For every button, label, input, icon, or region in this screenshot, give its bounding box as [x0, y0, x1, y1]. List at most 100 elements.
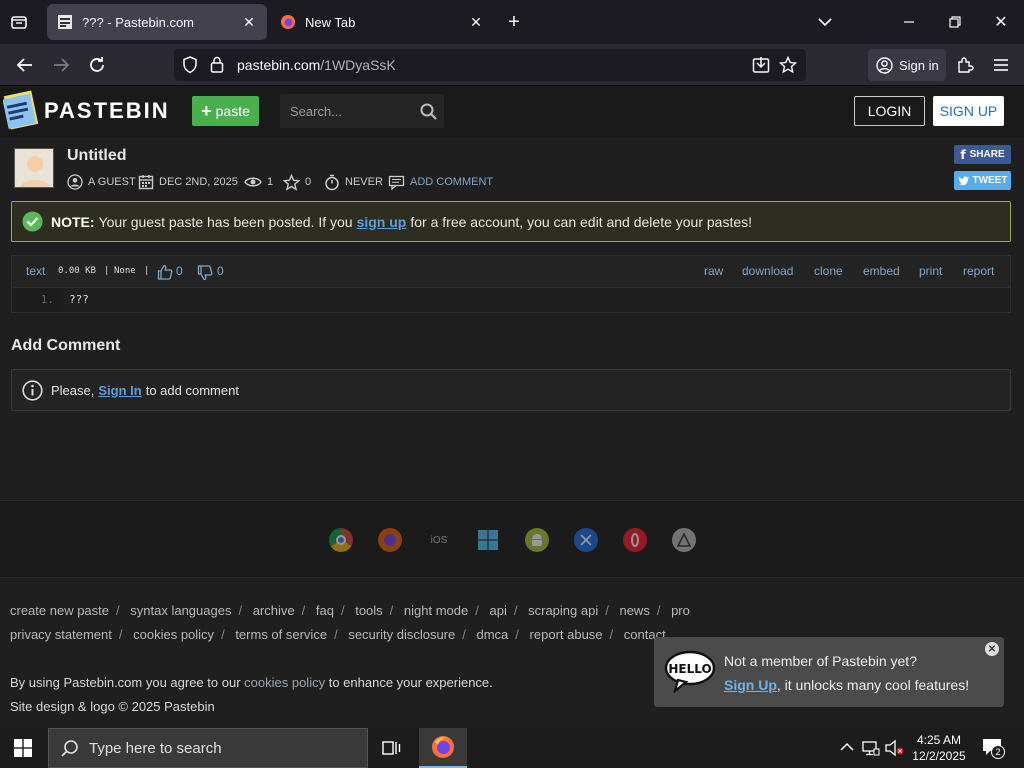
windows-icon[interactable]	[476, 528, 500, 552]
android-icon[interactable]	[525, 528, 549, 552]
tab-pastebin[interactable]: ??? - Pastebin.com ✕	[47, 4, 267, 40]
raw-link[interactable]: raw	[704, 264, 723, 278]
footer-link[interactable]: dmca	[477, 627, 509, 642]
clone-link[interactable]: clone	[814, 264, 843, 278]
opera-icon[interactable]	[623, 528, 647, 552]
forward-arrow-icon[interactable]	[50, 54, 72, 76]
shield-icon[interactable]	[182, 56, 198, 74]
close-window-icon[interactable]: ✕	[990, 12, 1012, 32]
notification-center-icon[interactable]: 2	[982, 738, 1008, 760]
lock-icon[interactable]	[210, 56, 224, 73]
pastebin-logo-icon[interactable]	[3, 90, 39, 130]
search-icon[interactable]	[420, 103, 437, 120]
paste-title: Untitled	[67, 147, 127, 164]
clock-date: 12/2/2025	[912, 749, 966, 763]
footer-link[interactable]: create new paste	[10, 603, 109, 618]
twitter-tweet-button[interactable]: TWEET	[954, 171, 1011, 190]
tab-overview-icon[interactable]	[8, 12, 30, 32]
windows-start-icon[interactable]	[14, 739, 32, 762]
embed-link[interactable]: embed	[863, 264, 900, 278]
footer-link[interactable]: archive	[253, 603, 295, 618]
footer-link[interactable]: security disclosure	[348, 627, 455, 642]
account-sign-in-button[interactable]: Sign in	[868, 49, 946, 81]
back-arrow-icon[interactable]	[14, 54, 36, 76]
footer-link[interactable]: cookies policy	[133, 627, 214, 642]
footer-link[interactable]: syntax languages	[130, 603, 231, 618]
minimize-window-icon[interactable]	[898, 12, 920, 32]
facebook-share-button[interactable]: f SHARE	[954, 145, 1011, 164]
paste-rating: 0	[283, 173, 311, 191]
restore-window-icon[interactable]	[944, 12, 966, 32]
footer-link[interactable]: api	[490, 603, 507, 618]
thumbs-down-icon[interactable]	[197, 265, 213, 281]
comment-sign-in-link[interactable]: Sign In	[98, 383, 141, 398]
close-tab-icon[interactable]: ✕	[239, 12, 259, 32]
copyright: Site design & logo © 2025 Pastebin	[10, 699, 215, 714]
taskbar-firefox-button[interactable]	[419, 728, 467, 768]
tab-title: New Tab	[305, 14, 356, 30]
add-comment-heading: Add Comment	[11, 337, 121, 354]
footer-link[interactable]: report abuse	[530, 627, 603, 642]
system-clock[interactable]: 4:25 AM 12/2/2025	[905, 732, 973, 764]
report-link[interactable]: report	[963, 264, 994, 278]
footer-link[interactable]: scraping api	[528, 603, 598, 618]
firefox-icon[interactable]	[378, 528, 402, 552]
macos-icon[interactable]	[574, 528, 598, 552]
task-view-icon[interactable]	[382, 738, 402, 763]
notice-sign-up-link[interactable]: sign up	[357, 214, 407, 230]
promo-sign-up-link[interactable]: Sign Up	[724, 677, 777, 693]
browser-tab-bar: ??? - Pastebin.com ✕ New Tab ✕ + ✕	[0, 0, 1024, 44]
footer-link[interactable]: news	[619, 603, 649, 618]
tab-list-chevron-icon[interactable]	[815, 12, 835, 32]
line-number: 1.	[12, 288, 60, 312]
cookies-policy-link[interactable]: cookies policy	[244, 675, 325, 690]
add-comment-link[interactable]: ADD COMMENT	[388, 174, 493, 190]
show-hidden-icons-chevron-icon[interactable]	[840, 740, 854, 759]
search-input[interactable]	[290, 102, 410, 120]
separator: |	[104, 266, 110, 276]
chrome-icon[interactable]	[329, 528, 353, 552]
account-icon	[876, 56, 893, 74]
download-link[interactable]: download	[742, 264, 793, 278]
avatar	[14, 148, 54, 188]
thumbs-up-icon[interactable]	[157, 264, 173, 280]
new-paste-button[interactable]: + paste	[192, 96, 259, 126]
footer-link[interactable]: terms of service	[235, 627, 327, 642]
line-content[interactable]: ???	[69, 288, 89, 312]
linux-icon[interactable]	[672, 528, 696, 552]
address-bar[interactable]: pastebin.com/1WDyaSsK	[174, 49, 806, 81]
tab-new-tab[interactable]: New Tab ✕	[270, 4, 494, 40]
paste-content: Untitled A GUEST DEC 2ND, 2025 1 0 NEVER…	[0, 138, 1024, 500]
footer-link[interactable]: privacy statement	[10, 627, 112, 642]
reload-icon[interactable]	[86, 54, 108, 76]
new-tab-plus-icon[interactable]: +	[504, 11, 524, 33]
plus-icon: +	[201, 101, 212, 121]
extensions-puzzle-icon[interactable]	[954, 54, 976, 76]
footer-link[interactable]: faq	[316, 603, 334, 618]
save-page-icon[interactable]	[752, 56, 770, 74]
network-icon[interactable]	[862, 739, 880, 762]
url-text[interactable]: pastebin.com/1WDyaSsK	[237, 57, 396, 73]
bookmark-star-icon[interactable]	[779, 56, 797, 74]
paste-date: DEC 2ND, 2025	[138, 174, 238, 190]
hamburger-menu-icon[interactable]	[990, 54, 1012, 76]
ios-icon[interactable]: iOS	[427, 528, 451, 552]
sign-up-promo-popup: HELLO Not a member of Pastebin yet? Sign…	[654, 637, 1004, 707]
footer-link[interactable]: pro	[671, 603, 690, 618]
close-tab-icon[interactable]: ✕	[466, 12, 486, 32]
taskbar-search-box[interactable]: Type here to search	[48, 728, 368, 768]
site-logo-text[interactable]: PASTEBIN	[44, 98, 170, 124]
paste-views: 1	[244, 174, 273, 190]
login-button[interactable]: LOGIN	[854, 96, 925, 126]
footer-link[interactable]: night mode	[404, 603, 468, 618]
dislike-count: 0	[217, 264, 224, 278]
pastebin-favicon-icon	[58, 15, 72, 29]
volume-muted-icon[interactable]	[885, 739, 905, 762]
footer-link[interactable]: tools	[355, 603, 382, 618]
comment-sign-in-notice: Please, Sign In to add comment	[11, 369, 1011, 411]
syntax-link[interactable]: text	[26, 264, 45, 278]
print-link[interactable]: print	[919, 264, 942, 278]
os-taskbar: Type here to search 4:25 AM 12/2/2025 2	[0, 728, 1024, 768]
sign-up-button[interactable]: SIGN UP	[933, 96, 1004, 126]
close-promo-icon[interactable]: ✕	[985, 642, 999, 656]
